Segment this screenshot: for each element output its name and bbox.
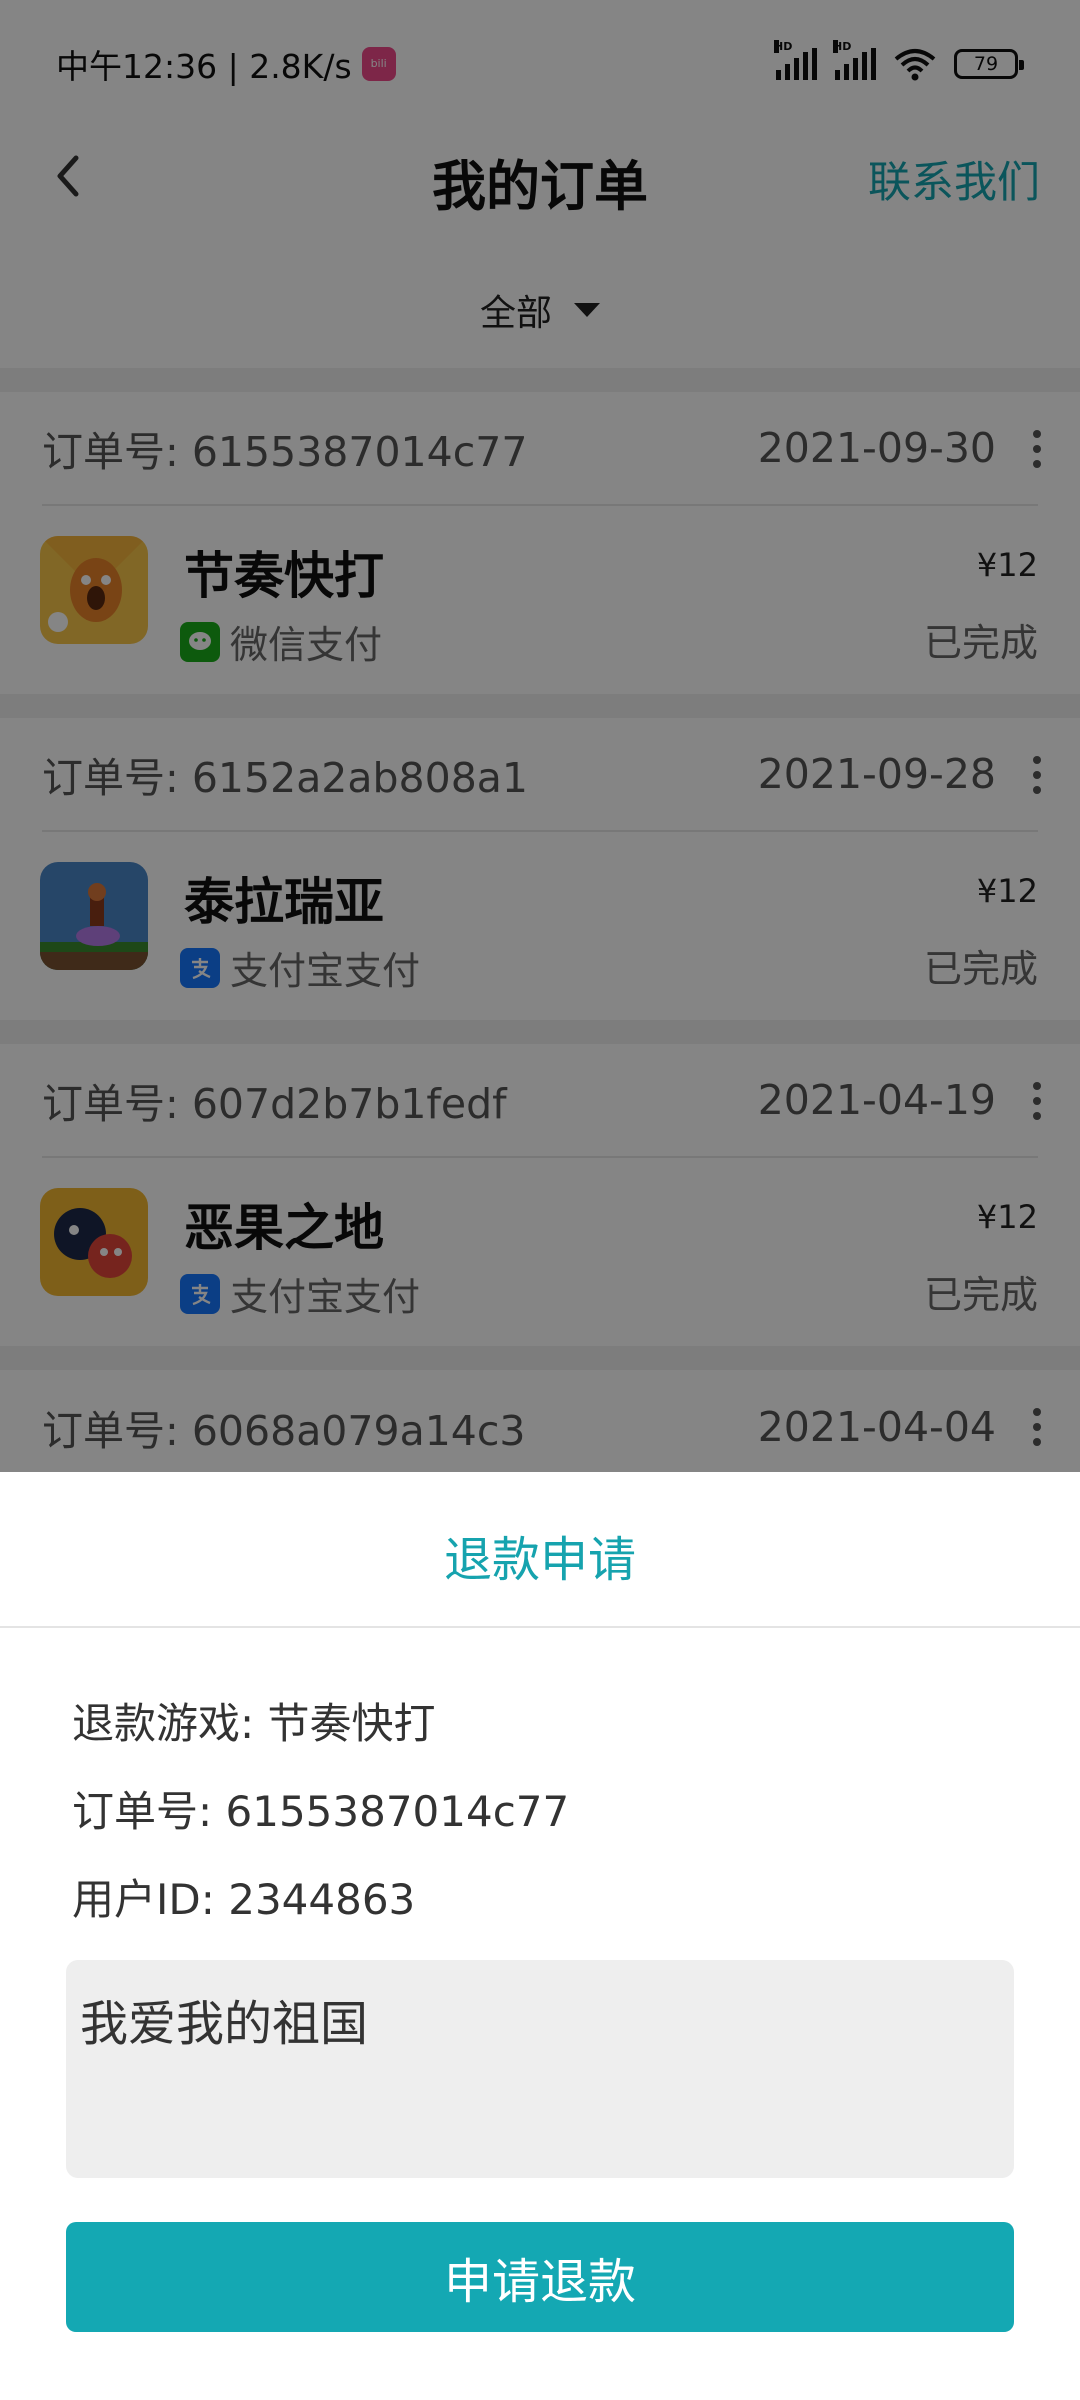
modal-backdrop[interactable] [0, 0, 1080, 1472]
refund-reason-input[interactable]: 我爱我的祖国 [66, 1960, 1014, 2178]
refund-order-line: 订单号: 6155387014c77 [72, 1787, 570, 1836]
refund-user-id-line: 用户ID: 2344863 [72, 1875, 416, 1924]
divider [0, 1626, 1080, 1628]
submit-refund-button[interactable]: 申请退款 [66, 2222, 1014, 2332]
refund-game-line: 退款游戏: 节奏快打 [72, 1699, 436, 1748]
refund-sheet-title: 退款申请 [443, 1532, 636, 1588]
